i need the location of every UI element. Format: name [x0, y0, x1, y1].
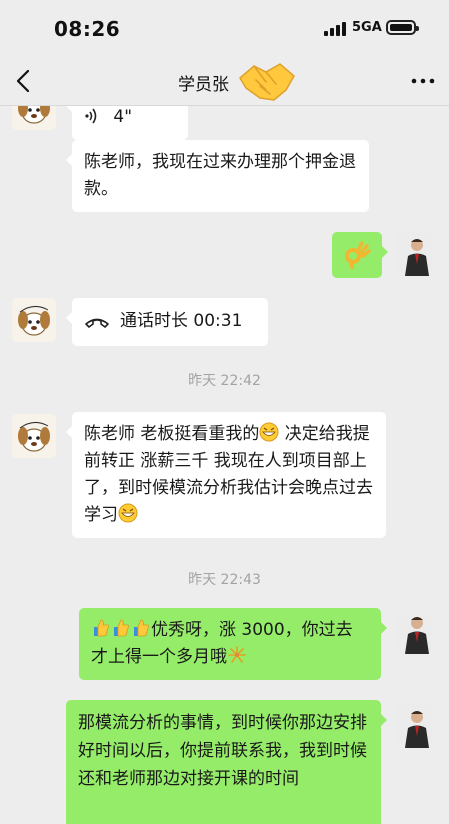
chat-message-list[interactable]: 4" 陈老师，我现在过来办理那个押金退款。 通话时长 00:31 昨天 22:4… [0, 106, 449, 824]
ok-emoji-bubble[interactable] [332, 232, 388, 278]
status-bar: 08:26 5GA [0, 0, 449, 56]
my-avatar[interactable] [395, 232, 439, 276]
signal-icon [324, 22, 346, 36]
chat-title: 学员张 [178, 75, 229, 95]
ok-hand-emoji-icon [345, 241, 371, 269]
thumbs-up-emoji-icon [94, 619, 109, 637]
chevron-left-icon [16, 69, 30, 93]
phone-hangup-icon [85, 318, 109, 328]
grin-emoji-icon [118, 503, 138, 523]
more-options-button[interactable] [408, 66, 438, 96]
contact-avatar[interactable] [12, 298, 56, 342]
status-time: 08:26 [54, 17, 121, 41]
call-duration-text: 通话时长 00:31 [120, 311, 243, 331]
voice-wave-icon [85, 108, 97, 124]
voice-duration: 4" [113, 107, 133, 127]
voice-message-bubble[interactable]: 4" [66, 106, 188, 140]
message-timestamp: 昨天 22:43 [188, 572, 261, 588]
message-timestamp: 昨天 22:42 [188, 373, 261, 389]
contact-avatar[interactable] [12, 414, 56, 458]
call-record-bubble[interactable]: 通话时长 00:31 [66, 298, 268, 346]
chat-header: 学员张 [0, 56, 449, 106]
fireworks-emoji-icon [228, 646, 246, 663]
message-bubble[interactable]: 那模流分析的事情，到时候你那边安排好时间以后，你提前联系我，我到时候还和老师那边… [66, 700, 387, 824]
contact-avatar[interactable] [12, 106, 56, 130]
more-dots-icon [411, 78, 435, 84]
handshake-emoji-icon [236, 56, 298, 104]
my-avatar[interactable] [395, 704, 439, 748]
message-text-part: 陈老师 老板挺看重我的 [84, 424, 260, 444]
message-bubble[interactable]: 陈老师，我现在过来办理那个押金退款。 [66, 140, 369, 212]
thumbs-up-emoji-icon [114, 619, 129, 637]
my-avatar[interactable] [395, 610, 439, 654]
message-bubble[interactable]: 优秀呀，涨 3000，你过去才上得一个多月哦 [79, 608, 387, 680]
message-bubble[interactable]: 陈老师 老板挺看重我的 决定给我提前转正 涨薪三千 我现在人到项目部上了，到时候… [66, 412, 386, 538]
thumbs-up-emoji-icon [134, 619, 149, 637]
battery-icon [386, 20, 419, 35]
network-label: 5GA [352, 20, 382, 35]
back-button[interactable] [10, 66, 40, 96]
grin-emoji-icon [259, 422, 279, 442]
